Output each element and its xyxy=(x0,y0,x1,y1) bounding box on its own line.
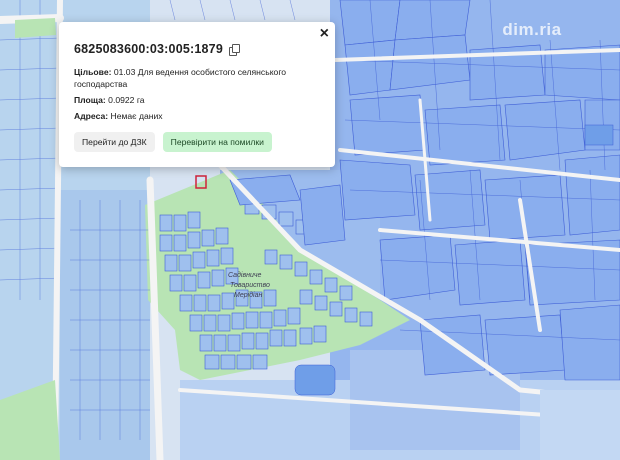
popup-title: 6825083600:03:005:1879 xyxy=(74,42,321,56)
address-label: Адреса: xyxy=(74,111,109,121)
area-row: Площа: 0.0922 га xyxy=(74,94,321,106)
go-to-registry-button[interactable]: Перейти до ДЗК xyxy=(74,132,155,152)
purpose-label: Цільове: xyxy=(74,67,112,77)
watermark-logo: dim.ria xyxy=(502,20,562,39)
address-value: Немає даних xyxy=(110,111,163,121)
close-icon[interactable]: × xyxy=(318,24,331,44)
area-value: 0.0922 га xyxy=(108,95,145,105)
cadastral-number: 6825083600:03:005:1879 xyxy=(74,42,223,56)
address-row: Адреса: Немає даних xyxy=(74,110,321,122)
purpose-row: Цільове: 01.03 Для ведення особистого се… xyxy=(74,66,321,90)
copy-icon[interactable] xyxy=(228,43,240,56)
area-label: Площа: xyxy=(74,95,106,105)
parcel-popup: × 6825083600:03:005:1879 Цільове: 01.03 … xyxy=(59,22,335,167)
check-errors-button[interactable]: Перевірити на помилки xyxy=(162,132,272,152)
